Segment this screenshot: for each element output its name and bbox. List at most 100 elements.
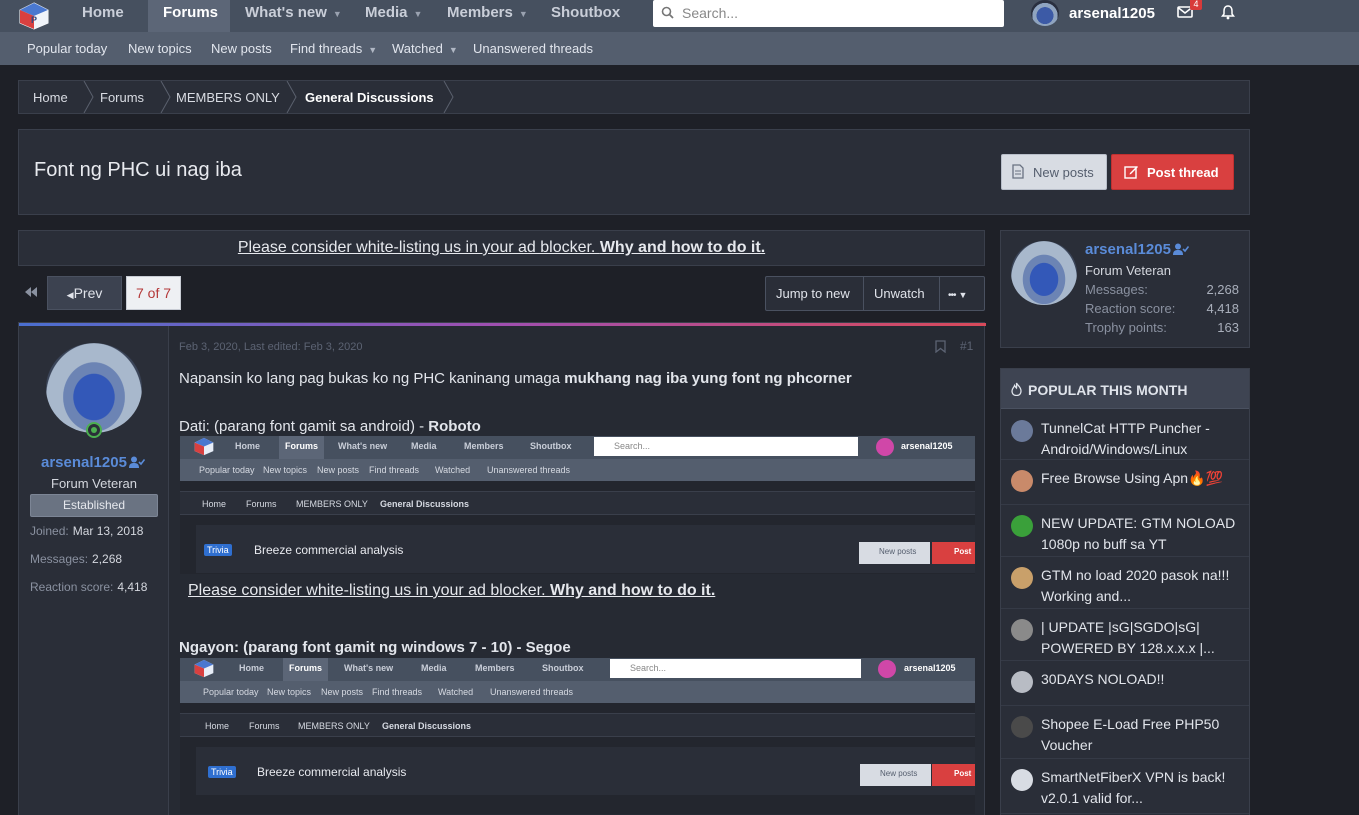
subnav-popular-today[interactable]: Popular today <box>27 41 107 56</box>
list-item[interactable]: | UPDATE |sG|SGDO|sG| POWERED BY 128.x.x… <box>1001 609 1249 661</box>
chevron-down-icon[interactable]: ▼ <box>333 9 342 19</box>
ad-blocker-notice[interactable]: Please consider white-listing us in your… <box>18 230 985 266</box>
nav-tab-label: Shoutbox <box>551 4 621 21</box>
subnav-find-threads[interactable]: Find threads ▼ <box>290 41 377 56</box>
nav-tab-home[interactable]: Home <box>70 0 138 32</box>
chevron-down-icon[interactable]: ▼ <box>414 9 423 19</box>
search-input[interactable]: Search... <box>653 0 1004 27</box>
avatar[interactable] <box>46 343 142 433</box>
chevron-left-icon: ◀ <box>66 290 74 300</box>
post-text: Napansin ko lang pag bukas ko ng PHC kan… <box>179 370 565 387</box>
user-banner: Established <box>30 494 158 517</box>
jump-to-new-button[interactable]: Jump to new <box>776 277 850 310</box>
list-item[interactable]: Shopee E-Load Free PHP50 Voucher <box>1001 706 1249 759</box>
embedded-tab: What's new <box>338 441 388 451</box>
embedded-crumb: Home <box>205 721 230 731</box>
avatar[interactable] <box>1011 241 1077 305</box>
list-item[interactable]: NEW UPDATE: GTM NOLOAD 1080p no buff sa … <box>1001 505 1249 557</box>
embedded-search-text: Search... <box>614 441 651 451</box>
sidebar-user-role: Forum Veteran <box>1085 263 1171 278</box>
more-options-button[interactable]: ••• ▼ <box>948 277 967 310</box>
embedded-sub-item: Watched <box>435 465 471 475</box>
breadcrumb-home[interactable]: Home <box>33 90 68 105</box>
nav-tab-shoutbox[interactable]: Shoutbox <box>551 0 631 32</box>
site-logo-icon[interactable]: P <box>19 2 49 30</box>
nav-tab-whats-new[interactable]: What's new ▼ <box>245 0 355 32</box>
page-indicator[interactable]: 7 of 7 <box>126 276 181 310</box>
post-number[interactable]: #1 <box>960 339 973 353</box>
ad-notice-link[interactable]: Please consider white-listing us in your… <box>238 239 765 256</box>
account-username[interactable]: arsenal1205 <box>1069 5 1155 22</box>
embedded-sub-item: New posts <box>317 465 360 475</box>
post-text-bold: mukhang nag iba yung font ng phcorner <box>564 370 852 387</box>
list-item[interactable]: GTM no load 2020 pasok na!!! Working and… <box>1001 557 1249 609</box>
post-author-name[interactable]: arsenal1205 <box>41 454 145 471</box>
stat-label: Reaction score: <box>30 580 114 594</box>
avatar <box>876 438 894 456</box>
post-meta[interactable]: Feb 3, 2020, Last edited: Feb 3, 2020 <box>179 341 362 353</box>
ad-notice-text: Please consider white-listing us in your… <box>237 239 600 256</box>
search-placeholder: Search... <box>682 5 739 21</box>
embedded-screenshot[interactable]: Home Forums What's new Media Members Sho… <box>180 436 975 574</box>
popular-thread-title[interactable]: Shopee E-Load Free PHP50 Voucher <box>1041 714 1241 756</box>
new-posts-button[interactable]: New posts <box>1001 154 1107 190</box>
list-item[interactable]: SmartNetFiberX VPN is back! v2.0.1 valid… <box>1001 759 1249 814</box>
embedded-tab: Members <box>475 663 515 673</box>
breadcrumb-separator-icon <box>160 81 171 113</box>
author-label: arsenal1205 <box>41 454 127 471</box>
stat-value: 4,418 <box>1206 301 1239 316</box>
list-item[interactable]: 30DAYS NOLOAD!! <box>1001 661 1249 706</box>
nav-tab-media[interactable]: Media ▼ <box>365 0 435 32</box>
breadcrumb-general-discussions[interactable]: General Discussions <box>305 90 434 105</box>
popular-thread-title[interactable]: Free Browse Using Apn🔥💯 <box>1041 468 1241 489</box>
first-page-icon[interactable] <box>22 283 40 301</box>
subnav-unanswered-threads[interactable]: Unanswered threads <box>473 41 593 56</box>
stat-value: Mar 13, 2018 <box>72 524 144 538</box>
embedded-trivia-badge: Trivia <box>208 766 236 778</box>
breadcrumb-forums[interactable]: Forums <box>100 90 144 105</box>
embedded-tab: Media <box>411 441 437 451</box>
embedded-screenshot[interactable]: Home Forums What's new Media Members Sho… <box>180 658 975 814</box>
list-item[interactable]: Free Browse Using Apn🔥💯 <box>1001 460 1249 505</box>
embedded-sub-item: New posts <box>321 687 364 697</box>
embedded-username: arsenal1205 <box>904 663 956 673</box>
popular-thread-title[interactable]: NEW UPDATE: GTM NOLOAD 1080p no buff sa … <box>1041 513 1241 555</box>
prev-page-button[interactable]: ◀Prev <box>47 276 122 310</box>
nav-tab-label: Home <box>82 4 124 21</box>
list-item[interactable]: TunnelCat HTTP Puncher - Android/Windows… <box>1001 410 1249 460</box>
embedded-tab: Shoutbox <box>542 663 584 673</box>
popular-thread-title[interactable]: GTM no load 2020 pasok na!!! Working and… <box>1041 565 1241 607</box>
breadcrumb-members-only[interactable]: MEMBERS ONLY <box>176 90 280 105</box>
avatar[interactable] <box>1031 0 1059 26</box>
nav-tab-label: Members <box>447 4 513 21</box>
chevron-down-icon[interactable]: ▼ <box>368 45 377 55</box>
nav-tab-forums[interactable]: Forums <box>148 0 230 32</box>
popular-thread-title[interactable]: SmartNetFiberX VPN is back! v2.0.1 valid… <box>1041 767 1241 809</box>
embedded-tab: Members <box>464 441 504 451</box>
subnav-new-posts[interactable]: New posts <box>211 41 272 56</box>
divider <box>863 277 864 310</box>
subnav-watched[interactable]: Watched ▼ <box>392 41 458 56</box>
popular-thread-title[interactable]: 30DAYS NOLOAD!! <box>1041 669 1241 690</box>
embedded-tab: Forums <box>283 658 329 681</box>
sidebar-username[interactable]: arsenal1205 <box>1085 241 1189 258</box>
post-thread-button[interactable]: Post thread <box>1111 154 1234 190</box>
post-user-panel: arsenal1205 Forum Veteran Established Jo… <box>19 326 169 815</box>
chevron-down-icon[interactable]: ▼ <box>449 45 458 55</box>
breadcrumb: Home Forums MEMBERS ONLY General Discuss… <box>18 80 1250 114</box>
unwatch-button[interactable]: Unwatch <box>874 277 925 310</box>
stat-value: 2,268 <box>1206 282 1239 297</box>
sidebar-username-label: arsenal1205 <box>1085 241 1171 258</box>
post-text-line: Dati: (parang font gamit sa android) - R… <box>179 418 481 435</box>
bookmark-icon[interactable] <box>935 340 946 353</box>
bell-icon[interactable] <box>1220 4 1236 20</box>
subnav-new-topics[interactable]: New topics <box>128 41 192 56</box>
popular-thread-title[interactable]: | UPDATE |sG|SGDO|sG| POWERED BY 128.x.x… <box>1041 617 1241 659</box>
embedded-tab: What's new <box>344 663 394 673</box>
popular-thread-title[interactable]: TunnelCat HTTP Puncher - Android/Windows… <box>1041 418 1241 460</box>
stat-label: Joined: <box>30 524 69 538</box>
chevron-down-icon[interactable]: ▼ <box>519 9 528 19</box>
sidebar-reaction-stat: Reaction score: 4,418 <box>1085 301 1239 316</box>
nav-tab-members[interactable]: Members ▼ <box>447 0 542 32</box>
user-check-icon <box>1172 243 1189 255</box>
